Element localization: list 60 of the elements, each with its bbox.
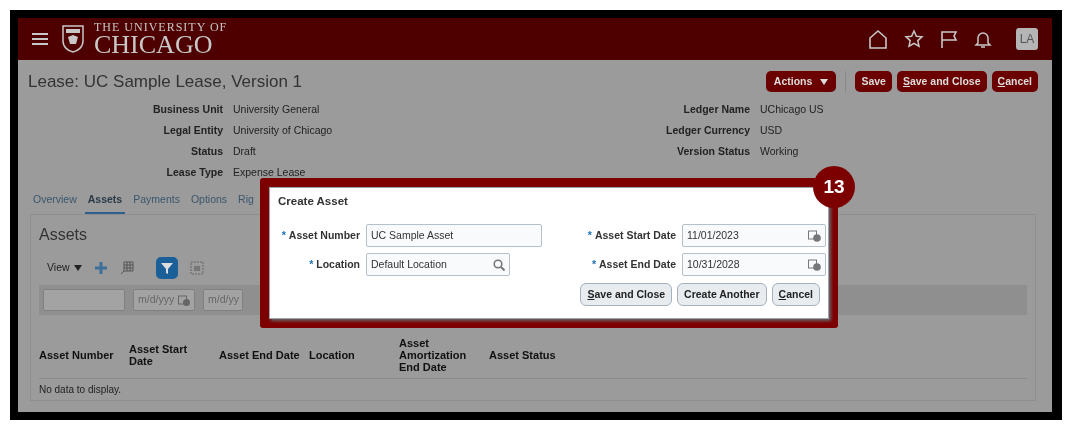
actions-menu-button[interactable]: Actions — [765, 71, 837, 93]
field-label: * Location — [308, 256, 360, 272]
toolbar-button[interactable]: Save and Close — [896, 71, 987, 93]
home-icon[interactable] — [868, 29, 888, 49]
field-label: Ledger Name — [683, 102, 750, 115]
field-label: * Asset End Date — [590, 256, 676, 272]
field-label: Ledger Currency — [665, 123, 750, 136]
calendar-icon[interactable] — [808, 258, 821, 272]
filter-field[interactable] — [43, 289, 125, 312]
field-label: * Asset Start Date — [586, 227, 676, 243]
column-header[interactable]: Asset Amortization End Date — [399, 337, 489, 374]
column-header[interactable]: Asset Number — [39, 349, 129, 362]
caret-icon — [73, 265, 82, 272]
field-value: Working — [760, 144, 799, 157]
toolbar-button[interactable]: Save — [855, 71, 892, 93]
dialog-button[interactable]: Create Another — [677, 283, 767, 306]
column-header[interactable]: Asset Start Date — [129, 343, 219, 368]
field-value: USD — [760, 123, 783, 136]
section-heading: Assets — [39, 225, 87, 246]
shield-crest-icon — [62, 25, 84, 53]
input-field[interactable]: UC Sample Asset — [366, 224, 542, 248]
field-value: UChicago US — [760, 102, 824, 115]
caret-icon — [820, 78, 829, 85]
date-field[interactable]: 11/01/2023 — [682, 224, 826, 248]
field-value: Expense Lease — [233, 165, 306, 178]
field-value: University of Chicago — [233, 123, 333, 136]
field-label: Business Unit — [153, 102, 223, 115]
search-icon[interactable] — [493, 258, 505, 271]
calendar-icon[interactable] — [808, 229, 821, 243]
menu-icon[interactable] — [32, 32, 48, 46]
view-menu[interactable]: View — [47, 260, 82, 277]
field-label: Legal Entity — [163, 123, 223, 136]
filter-icon[interactable] — [155, 257, 178, 280]
logo-text: CHICAGO — [94, 33, 213, 57]
star-icon[interactable] — [904, 29, 924, 49]
field-label: Status — [190, 144, 223, 157]
column-header[interactable]: Location — [309, 349, 399, 362]
bell-icon[interactable] — [974, 29, 992, 49]
column-header[interactable]: Asset End Date — [219, 349, 309, 362]
toolbar-button[interactable]: Cancel — [991, 71, 1038, 93]
calendar-icon[interactable] — [178, 294, 190, 307]
field-label: Version Status — [677, 144, 750, 157]
dialog-button[interactable]: Save and Close — [580, 283, 673, 306]
dialog-button[interactable]: Cancel — [771, 283, 820, 306]
flag-icon[interactable] — [940, 29, 958, 49]
field-value: University General — [233, 102, 320, 115]
user-avatar[interactable]: LA — [1016, 28, 1038, 50]
export-table-icon[interactable] — [119, 261, 134, 276]
empty-message: No data to display. — [39, 382, 122, 397]
page-title: Lease: UC Sample Lease, Version 1 — [28, 71, 303, 93]
field-label: * Asset Number — [280, 227, 360, 243]
field-value: Draft — [233, 144, 256, 157]
dialog-title: Create Asset — [278, 194, 348, 209]
logo-text: THE UNIVERSITY OF — [94, 21, 228, 34]
step-callout: 13 — [813, 166, 855, 208]
field-label: Lease Type — [166, 165, 223, 178]
date-field[interactable]: 10/31/2028 — [682, 253, 826, 277]
tab[interactable]: Assets — [84, 191, 126, 215]
column-header[interactable]: Asset Status — [489, 349, 579, 362]
search-field[interactable]: Default Location — [366, 253, 510, 277]
